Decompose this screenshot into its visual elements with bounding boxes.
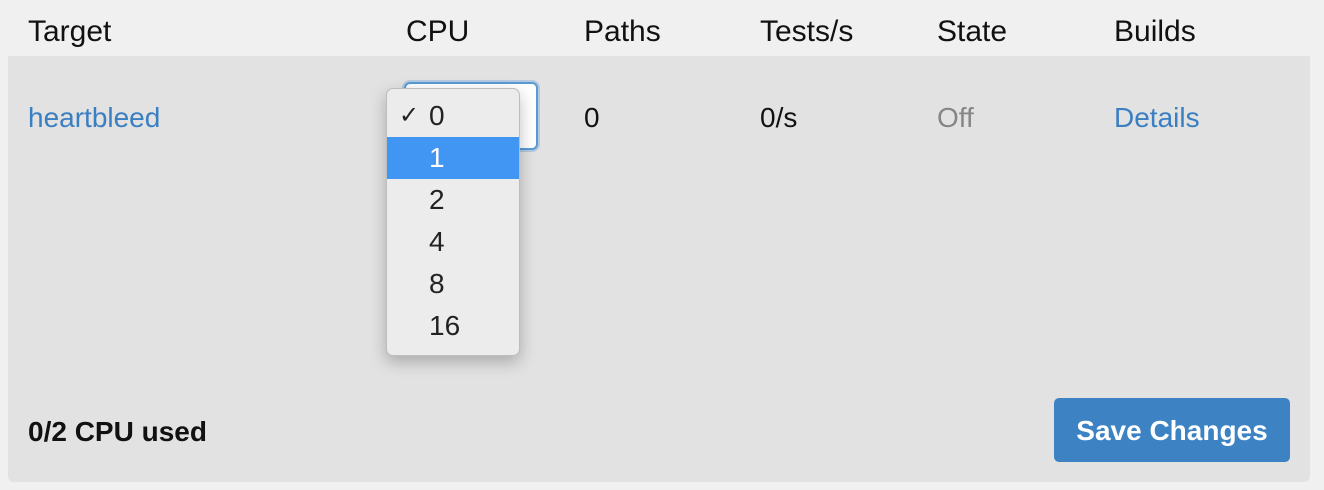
column-header-cpu: CPU <box>406 15 470 48</box>
cpu-option-label: 16 <box>429 310 461 341</box>
paths-value: 0 <box>584 102 600 133</box>
target-link[interactable]: heartbleed <box>28 100 160 136</box>
cpu-usage-summary: 0/2 CPU used <box>28 416 207 447</box>
cpu-option-highlighted[interactable]: 1 <box>387 137 519 179</box>
tests-value: 0/s <box>760 102 798 133</box>
state-value: Off <box>937 102 974 133</box>
column-header-paths: Paths <box>584 15 661 48</box>
cpu-option-label: 2 <box>429 184 445 215</box>
cpu-option-label: 8 <box>429 268 445 299</box>
cpu-option[interactable]: ✓ 0 <box>387 95 519 137</box>
cpu-dropdown-menu: ✓ 0 1 2 4 8 16 <box>386 88 520 356</box>
cpu-option[interactable]: 4 <box>387 221 519 263</box>
cpu-option-label: 1 <box>429 142 445 173</box>
column-header-tests: Tests/s <box>760 15 854 48</box>
table-header: Target CPU Paths Tests/s State Builds <box>0 0 1324 56</box>
cpu-option-label: 4 <box>429 226 445 257</box>
column-header-state: State <box>937 15 1008 48</box>
checkmark-icon: ✓ <box>399 102 420 129</box>
column-header-target: Target <box>28 15 112 48</box>
save-changes-button[interactable]: Save Changes <box>1054 398 1290 462</box>
cpu-option-label: 0 <box>429 100 445 131</box>
cpu-option[interactable]: 16 <box>387 305 519 347</box>
column-header-builds: Builds <box>1114 15 1196 48</box>
details-link[interactable]: Details <box>1114 100 1200 136</box>
cpu-option[interactable]: 2 <box>387 179 519 221</box>
cpu-option[interactable]: 8 <box>387 263 519 305</box>
